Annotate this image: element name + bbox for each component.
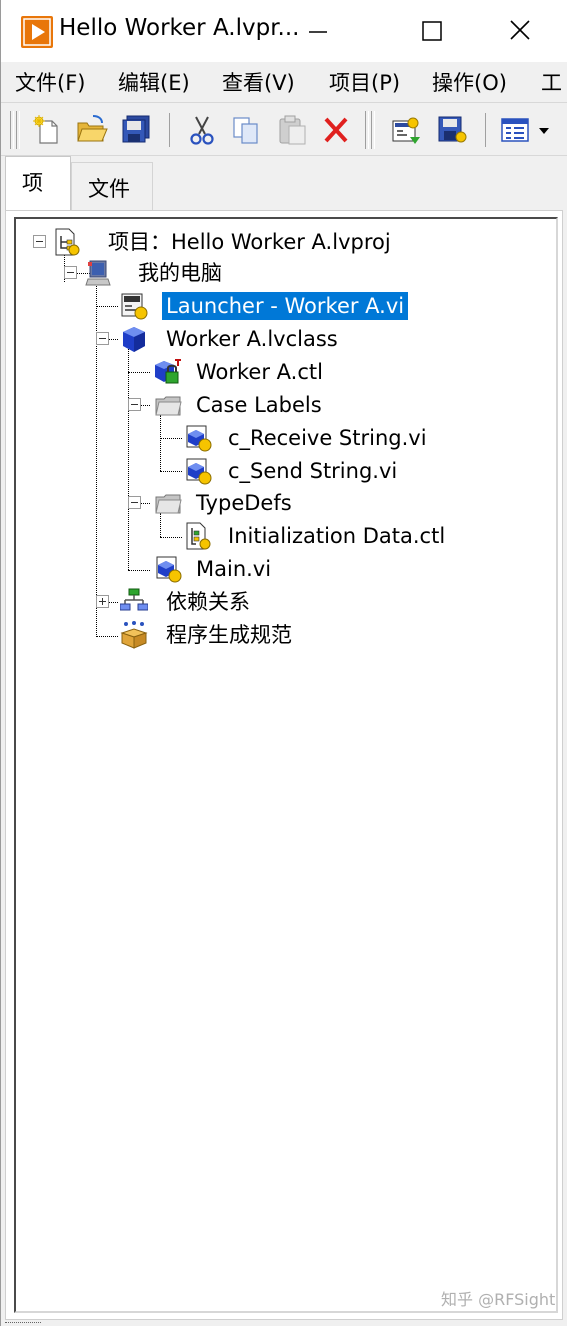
minimize-button[interactable] bbox=[289, 8, 345, 54]
new-icon[interactable] bbox=[31, 113, 65, 147]
window-title: Hello Worker A.lvpr... bbox=[59, 15, 300, 41]
toolbar-grip[interactable] bbox=[16, 111, 20, 149]
maximize-button[interactable] bbox=[403, 8, 459, 54]
save-all-icon[interactable] bbox=[118, 113, 152, 147]
tree-collapse-toggle[interactable] bbox=[33, 235, 46, 248]
folder-icon bbox=[155, 396, 182, 416]
dependencies-icon bbox=[120, 588, 148, 611]
tab-items[interactable]: 项 bbox=[5, 156, 71, 212]
class-ctl-icon bbox=[155, 359, 181, 384]
tree-item-label: 我的电脑 bbox=[138, 261, 222, 285]
lvclass-icon bbox=[123, 327, 145, 352]
vi-icon bbox=[186, 425, 212, 452]
vi-icon bbox=[121, 293, 148, 320]
tree-item-label: Initialization Data.ctl bbox=[228, 524, 446, 548]
tree-item-label: c_Send String.vi bbox=[228, 459, 398, 483]
save-build-icon[interactable] bbox=[435, 113, 469, 147]
tree-collapse-toggle[interactable] bbox=[128, 496, 141, 509]
tree-line bbox=[128, 570, 150, 571]
menu-bar: 文件(F) 编辑(E) 查看(V) 项目(P) 操作(O) 工 bbox=[1, 62, 567, 100]
project-icon bbox=[55, 228, 80, 256]
toolbar-grip[interactable] bbox=[371, 111, 375, 149]
close-button[interactable] bbox=[492, 8, 548, 54]
tree-item-label: 依赖关系 bbox=[166, 590, 250, 614]
toolbar-grip[interactable] bbox=[365, 111, 369, 149]
menu-file[interactable]: 文件(F) bbox=[15, 67, 85, 97]
status-grip bbox=[5, 1322, 41, 1323]
project-tree[interactable]: 项目：Hello Worker A.lvproj 我的电脑 Launcher -… bbox=[14, 217, 558, 1313]
tree-item-label: 程序生成规范 bbox=[166, 623, 292, 647]
tree-line bbox=[160, 471, 182, 472]
tree-line bbox=[96, 636, 118, 637]
tree-item-label: Main.vi bbox=[196, 557, 272, 581]
menu-view[interactable]: 查看(V) bbox=[222, 67, 295, 97]
toolbar bbox=[1, 102, 567, 156]
tree-item-label: TypeDefs bbox=[196, 491, 292, 515]
tree-item-label: Worker A.lvclass bbox=[166, 327, 338, 351]
ctl-icon bbox=[186, 522, 211, 550]
toolbar-separator bbox=[169, 113, 170, 147]
watermark: 知乎 @RFSight bbox=[441, 1290, 556, 1309]
paste-icon[interactable] bbox=[275, 113, 309, 147]
tab-strip: 文件 项 bbox=[1, 156, 567, 212]
vi-icon bbox=[156, 556, 182, 583]
tree-line bbox=[128, 372, 150, 373]
labview-app-icon bbox=[21, 16, 53, 48]
tree-item-label: Worker A.ctl bbox=[196, 360, 323, 384]
menu-edit[interactable]: 编辑(E) bbox=[118, 67, 190, 97]
tree-line bbox=[160, 537, 182, 538]
project-explorer-window: Hello Worker A.lvpr... 文件(F) 编辑(E) 查看(V)… bbox=[0, 0, 567, 1326]
build-icon[interactable] bbox=[389, 113, 423, 147]
tree-line bbox=[128, 349, 129, 570]
build-specs-icon bbox=[120, 621, 148, 649]
tree-item-label: Case Labels bbox=[196, 393, 322, 417]
title-bar[interactable]: Hello Worker A.lvpr... bbox=[1, 0, 567, 62]
menu-project[interactable]: 项目(P) bbox=[329, 67, 400, 97]
tree-expand-toggle[interactable] bbox=[96, 595, 109, 608]
toolbar-separator bbox=[485, 113, 486, 147]
tree-collapse-toggle[interactable] bbox=[128, 398, 141, 411]
tree-line bbox=[160, 415, 161, 471]
open-icon[interactable] bbox=[75, 113, 109, 147]
tab-content-panel: 项目：Hello Worker A.lvproj 我的电脑 Launcher -… bbox=[5, 210, 563, 1320]
cut-icon[interactable] bbox=[185, 113, 219, 147]
menu-tools[interactable]: 工 bbox=[541, 67, 562, 97]
tab-files[interactable]: 文件 bbox=[71, 162, 153, 210]
tree-collapse-toggle[interactable] bbox=[64, 266, 77, 279]
tree-line bbox=[160, 438, 182, 439]
tree-item-label: 项目：Hello Worker A.lvproj bbox=[108, 230, 391, 254]
tree-item-label: Launcher - Worker A.vi bbox=[162, 292, 409, 320]
vi-icon bbox=[186, 458, 212, 485]
tree-item-label: c_Receive String.vi bbox=[228, 426, 427, 450]
computer-icon bbox=[85, 260, 111, 286]
tree-collapse-toggle[interactable] bbox=[96, 332, 109, 345]
menu-operate[interactable]: 操作(O) bbox=[432, 67, 507, 97]
toolbar-grip[interactable] bbox=[10, 111, 14, 149]
view-options-icon[interactable] bbox=[499, 113, 559, 147]
copy-icon[interactable] bbox=[229, 113, 263, 147]
folder-icon bbox=[155, 494, 182, 514]
delete-icon[interactable] bbox=[319, 113, 353, 147]
tree-line bbox=[96, 306, 118, 307]
